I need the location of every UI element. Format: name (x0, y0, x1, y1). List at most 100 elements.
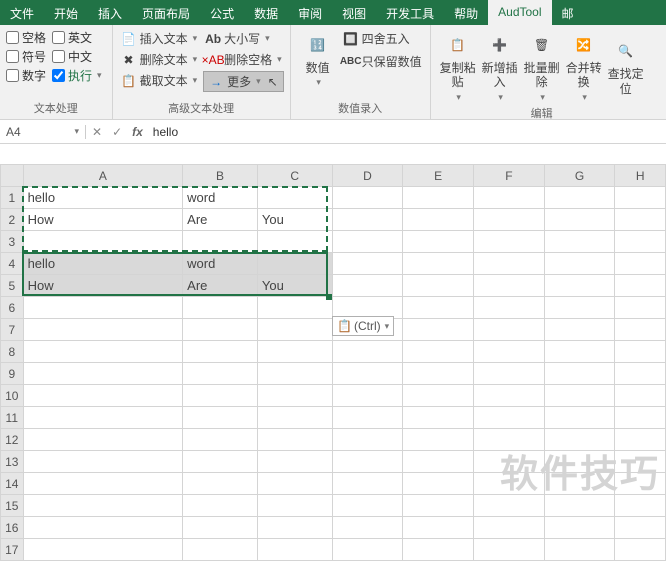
cell[interactable] (544, 407, 615, 429)
row-header[interactable]: 12 (1, 429, 24, 451)
cell[interactable] (257, 473, 332, 495)
check-number[interactable]: 数字 (6, 67, 46, 84)
cell[interactable] (183, 539, 258, 561)
cell[interactable] (615, 319, 666, 341)
cell[interactable] (474, 297, 545, 319)
paste-options[interactable]: 📋(Ctrl)▾ (332, 316, 394, 336)
cell[interactable] (544, 275, 615, 297)
cell[interactable] (183, 385, 258, 407)
cell[interactable] (332, 517, 403, 539)
btn-merge[interactable]: 🔀合并转换▾ (563, 29, 605, 105)
sheet-table[interactable]: A B C D E F G H 1 hello word 2 How Are Y… (0, 164, 666, 561)
cell[interactable] (474, 209, 545, 231)
cell[interactable] (183, 495, 258, 517)
cell[interactable]: hello (23, 253, 183, 275)
cell[interactable] (615, 517, 666, 539)
check-english[interactable]: 英文 (52, 29, 92, 46)
row-header[interactable]: 2 (1, 209, 24, 231)
table-row[interactable]: 1 hello word (1, 187, 666, 209)
row-header[interactable]: 5 (1, 275, 24, 297)
cell[interactable]: How (23, 275, 183, 297)
cell[interactable] (474, 253, 545, 275)
cell[interactable] (183, 517, 258, 539)
cell[interactable] (544, 319, 615, 341)
cell[interactable] (257, 253, 332, 275)
table-row[interactable]: 16 (1, 517, 666, 539)
table-row[interactable]: 5 How Are You (1, 275, 666, 297)
btn-trim[interactable]: ×AB删除空格▾ (203, 50, 284, 69)
table-row[interactable]: 2 How Are You (1, 209, 666, 231)
cell[interactable] (332, 495, 403, 517)
row-header[interactable]: 8 (1, 341, 24, 363)
cell[interactable] (474, 275, 545, 297)
cell[interactable] (23, 451, 183, 473)
cell[interactable] (474, 363, 545, 385)
cell[interactable] (257, 341, 332, 363)
cell[interactable] (474, 231, 545, 253)
tab-help[interactable]: 帮助 (444, 0, 488, 25)
cell[interactable] (403, 275, 474, 297)
cell[interactable] (403, 385, 474, 407)
row-header[interactable]: 1 (1, 187, 24, 209)
col-A[interactable]: A (23, 165, 183, 187)
row-header[interactable]: 17 (1, 539, 24, 561)
cell[interactable]: How (23, 209, 183, 231)
cell[interactable] (403, 341, 474, 363)
cell[interactable] (257, 363, 332, 385)
cell[interactable] (615, 363, 666, 385)
check-exec[interactable]: 执行▾ (52, 67, 102, 84)
btn-find[interactable]: 🔍查找定位 (605, 29, 647, 105)
cell[interactable] (23, 407, 183, 429)
cell[interactable] (257, 231, 332, 253)
name-box[interactable]: A4▾ (0, 125, 86, 139)
cell[interactable]: Are (183, 275, 258, 297)
cell[interactable] (23, 473, 183, 495)
cell[interactable] (544, 539, 615, 561)
cell[interactable] (474, 341, 545, 363)
cell[interactable]: word (183, 187, 258, 209)
cell[interactable] (403, 253, 474, 275)
cell[interactable] (474, 319, 545, 341)
cell[interactable] (544, 209, 615, 231)
tab-start[interactable]: 开始 (44, 0, 88, 25)
btn-num[interactable]: 🔢 数值▾ (297, 29, 339, 90)
cell[interactable] (615, 253, 666, 275)
row-header[interactable]: 10 (1, 385, 24, 407)
check-symbol[interactable]: 符号 (6, 48, 46, 65)
cell[interactable] (332, 187, 403, 209)
cell[interactable] (403, 429, 474, 451)
cell[interactable]: hello (23, 187, 183, 209)
cell[interactable] (257, 319, 332, 341)
cell[interactable] (23, 517, 183, 539)
cell[interactable] (257, 385, 332, 407)
btn-capture-text[interactable]: 📋截取文本▾ (119, 71, 200, 90)
cell[interactable] (403, 363, 474, 385)
cancel-icon[interactable]: ✕ (92, 125, 102, 139)
row-header[interactable]: 14 (1, 473, 24, 495)
cell[interactable] (183, 341, 258, 363)
cell[interactable] (544, 385, 615, 407)
table-row[interactable]: 9 (1, 363, 666, 385)
tab-mail[interactable]: 邮 (552, 0, 584, 25)
btn-copy-paste[interactable]: 📋复制粘贴▾ (437, 29, 479, 105)
cell[interactable] (403, 517, 474, 539)
cell[interactable] (474, 539, 545, 561)
cell[interactable]: word (183, 253, 258, 275)
cell[interactable] (23, 363, 183, 385)
cell[interactable] (183, 297, 258, 319)
table-row[interactable]: 8 (1, 341, 666, 363)
cell[interactable] (183, 231, 258, 253)
cell[interactable] (23, 429, 183, 451)
cell[interactable] (257, 539, 332, 561)
btn-more[interactable]: →更多▾ ↖ (203, 71, 284, 92)
cell[interactable] (474, 517, 545, 539)
cell[interactable] (615, 407, 666, 429)
row-header[interactable]: 6 (1, 297, 24, 319)
col-G[interactable]: G (544, 165, 615, 187)
select-all[interactable] (1, 165, 24, 187)
col-C[interactable]: C (257, 165, 332, 187)
cell[interactable] (403, 539, 474, 561)
cell[interactable] (183, 363, 258, 385)
cell[interactable] (23, 297, 183, 319)
cell[interactable] (183, 429, 258, 451)
